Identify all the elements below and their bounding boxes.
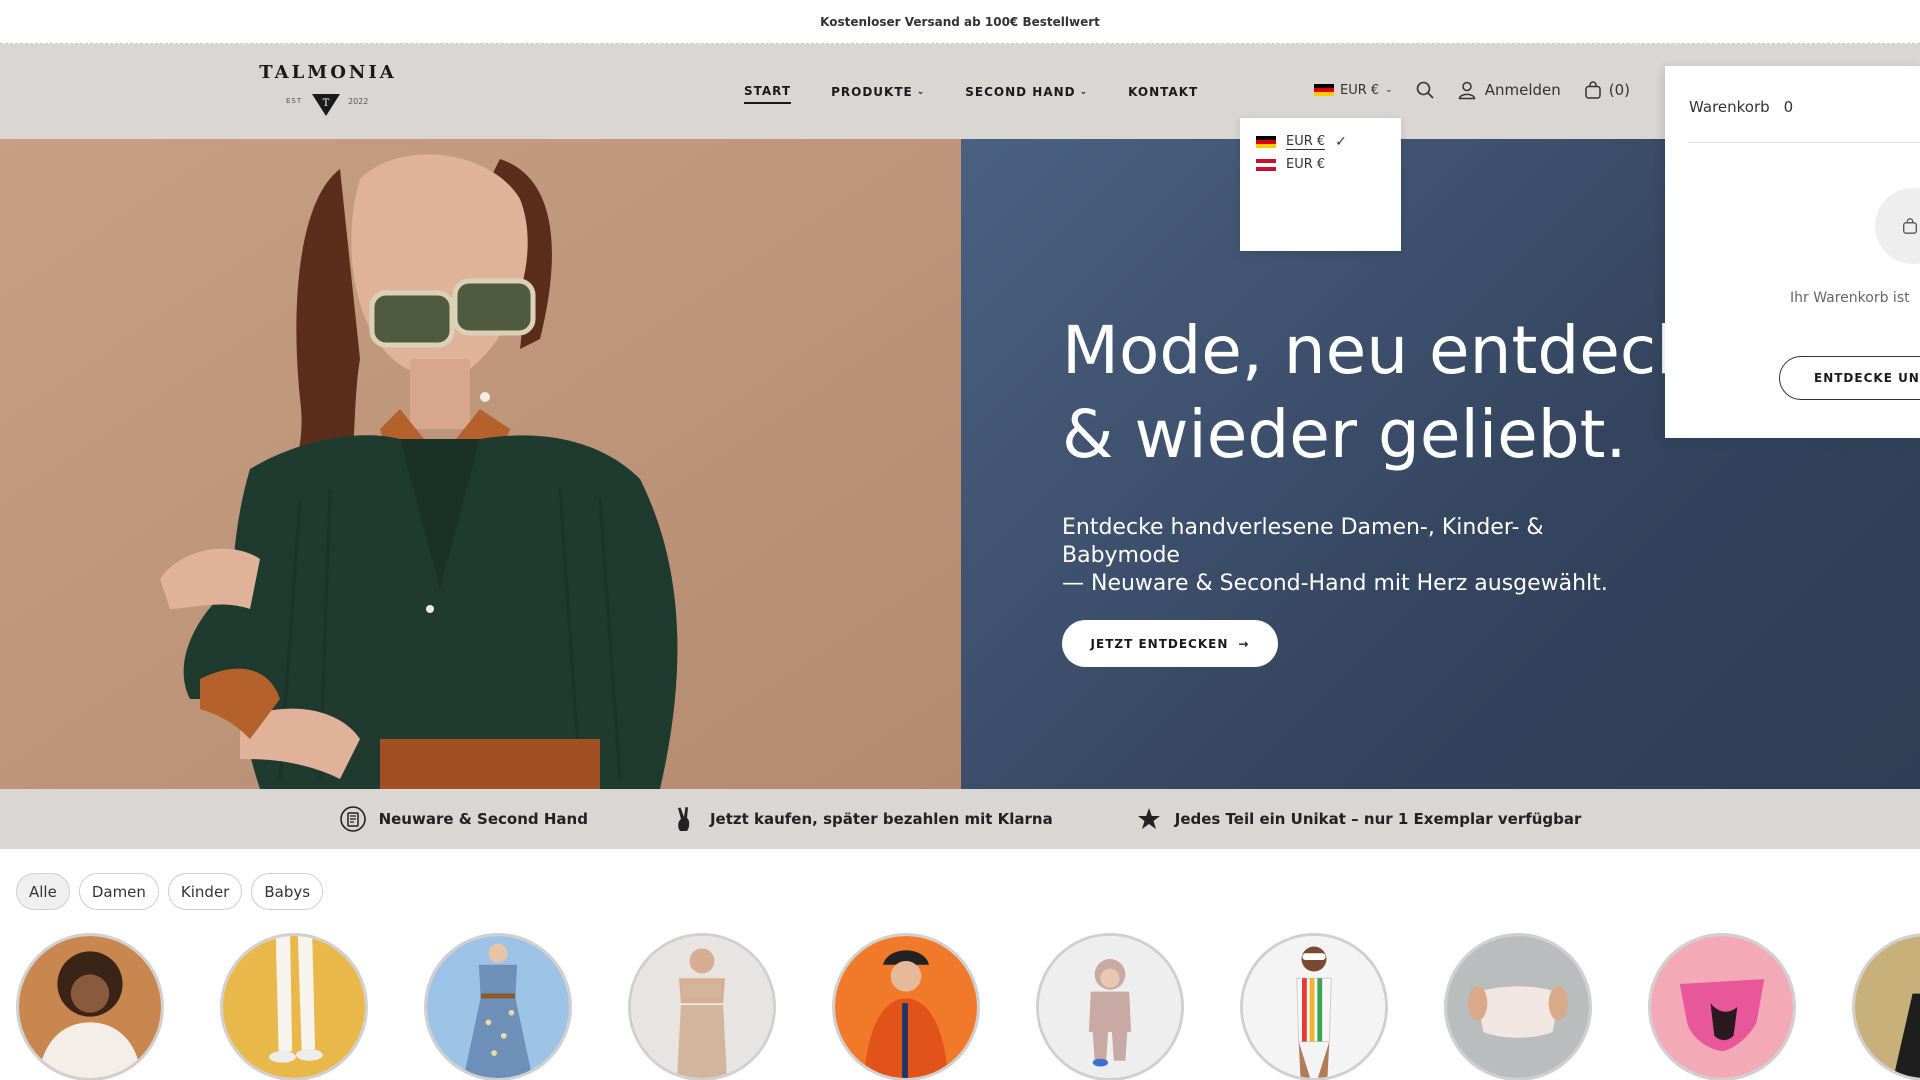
category-carousel (16, 933, 1920, 1080)
filter-pill-alle[interactable]: Alle (16, 873, 70, 910)
chevron-down-icon: ⌄ (1385, 85, 1393, 95)
category-image (19, 936, 161, 1078)
feature-item: Jedes Teil ein Unikat – nur 1 Exemplar v… (1135, 805, 1582, 833)
nav-label: START (744, 84, 792, 98)
star-icon (1137, 808, 1160, 829)
nav-item-kontakt[interactable]: KONTAKT (1128, 84, 1198, 104)
feature-label: Jedes Teil ein Unikat – nur 1 Exemplar v… (1174, 810, 1582, 828)
category-circle[interactable] (424, 933, 572, 1080)
austria-flag-icon (1256, 158, 1276, 171)
currency-option-label: EUR € (1286, 133, 1326, 150)
check-icon: ✓ (1335, 133, 1347, 150)
hero-title-line: & wieder geliebt. (1062, 396, 1627, 473)
second-hand-icon (339, 806, 366, 832)
hero-subtitle: Entdecke handverlesene Damen-, Kinder- &… (1062, 514, 1662, 598)
feature-item: Neuware & Second Hand (339, 805, 588, 833)
logo-wordmark: TALMONIA (259, 62, 397, 83)
login-link[interactable]: Anmelden (1457, 80, 1561, 100)
chevron-down-icon: ⌄ (1079, 87, 1089, 97)
nav-item-produkte[interactable]: PRODUKTE ⌄ (831, 84, 925, 104)
germany-flag-icon (1256, 135, 1276, 148)
category-circle[interactable] (832, 933, 980, 1080)
user-icon (1458, 81, 1476, 100)
category-circle[interactable] (1852, 933, 1920, 1080)
shopping-bag-icon (1585, 81, 1601, 99)
cart-drawer-count: 0 (1783, 98, 1794, 116)
cart-count: (0) (1608, 81, 1631, 99)
currency-label: EUR € (1340, 82, 1380, 98)
nav-label: SECOND HAND (965, 85, 1076, 99)
category-image (223, 936, 365, 1078)
main-nav: START PRODUKTE ⌄ SECOND HAND ⌄ KONTAKT (744, 84, 1198, 104)
peace-hand-icon (677, 807, 690, 831)
category-image (1855, 936, 1920, 1078)
hero-banner: Mode, neu entdeckt & wieder geliebt. Ent… (0, 139, 1920, 789)
category-image (1447, 936, 1589, 1078)
logo-est: EST (286, 97, 303, 105)
cart-drawer: Warenkorb 0 Ihr Warenkorb ist ENTDECKE U… (1665, 66, 1920, 438)
hero-title: Mode, neu entdeckt & wieder geliebt. (1062, 309, 1762, 477)
login-label: Anmelden (1484, 81, 1561, 99)
logo-year: 2022 (348, 97, 369, 106)
logo[interactable]: TALMONIA EST T 2022 (258, 62, 398, 122)
feature-item: Jetzt kaufen, später bezahlen mit Klarna (670, 805, 1053, 833)
hero-model-illustration (0, 139, 961, 789)
category-circle[interactable] (1240, 933, 1388, 1080)
search-icon[interactable] (1415, 80, 1435, 100)
cart-button[interactable]: (0) (1583, 80, 1630, 100)
category-image (1243, 936, 1385, 1078)
category-circle[interactable] (220, 933, 368, 1080)
currency-option-label: EUR € (1286, 157, 1326, 172)
category-circle[interactable] (628, 933, 776, 1080)
hero-subtitle-line: Entdecke handverlesene Damen-, Kinder- &… (1062, 515, 1544, 568)
logo-badge-letter: T (323, 98, 330, 109)
cart-drawer-title: Warenkorb (1689, 98, 1770, 116)
hero-image (0, 139, 961, 789)
category-filters: Alle Damen Kinder Babys (16, 873, 324, 910)
category-circle[interactable] (1648, 933, 1796, 1080)
hero-title-line: Mode, neu entdeckt (1062, 312, 1721, 389)
category-image (1039, 936, 1181, 1078)
currency-option-at[interactable]: EUR € (1256, 153, 1385, 176)
announcement-bar: Kostenloser Versand ab 100€ Bestellwert (0, 0, 1920, 44)
feature-label: Jetzt kaufen, später bezahlen mit Klarna (709, 810, 1053, 828)
category-circle[interactable] (1444, 933, 1592, 1080)
chevron-down-icon: ⌄ (916, 87, 926, 97)
currency-selector[interactable]: EUR € ⌄ (1314, 83, 1393, 98)
features-bar: Neuware & Second Hand Jetzt kaufen, spät… (0, 789, 1920, 849)
category-image (835, 936, 977, 1078)
nav-item-start[interactable]: START (744, 84, 792, 104)
currency-option-de[interactable]: EUR € ✓ (1256, 130, 1385, 153)
filter-pill-kinder[interactable]: Kinder (167, 873, 243, 910)
category-image (427, 936, 569, 1078)
hero-cta-button[interactable]: JETZT ENTDECKEN → (1062, 620, 1278, 667)
category-circle[interactable] (1036, 933, 1184, 1080)
divider (1689, 142, 1920, 143)
shopping-bag-icon (1903, 218, 1917, 234)
explore-button[interactable]: ENTDECKE UNSE (1779, 356, 1920, 400)
cart-empty-text: Ihr Warenkorb ist (1790, 290, 1910, 306)
category-image (1651, 936, 1793, 1078)
arrow-right-icon: → (1238, 636, 1250, 651)
empty-cart-badge (1875, 188, 1920, 264)
germany-flag-icon (1314, 84, 1334, 96)
hero-cta-label: JETZT ENTDECKEN (1090, 636, 1229, 651)
announcement-text: Kostenloser Versand ab 100€ Bestellwert (820, 14, 1100, 29)
currency-dropdown: EUR € ✓ EUR € (1240, 118, 1401, 251)
filter-pill-babys[interactable]: Babys (251, 873, 324, 910)
category-image (631, 936, 773, 1078)
nav-item-second-hand[interactable]: SECOND HAND ⌄ (965, 84, 1088, 104)
filter-pill-damen[interactable]: Damen (78, 873, 159, 910)
header-actions: EUR € ⌄ Anmelden (0) (1314, 80, 1630, 100)
logo-badge-icon: T (312, 94, 340, 116)
nav-label: PRODUKTE (831, 85, 913, 99)
category-circle[interactable] (16, 933, 164, 1080)
explore-button-label: ENTDECKE UNSE (1814, 371, 1920, 385)
site-header: TALMONIA EST T 2022 START PRODUKTE ⌄ SEC… (0, 44, 1920, 139)
feature-label: Neuware & Second Hand (378, 810, 588, 828)
cart-drawer-header: Warenkorb 0 (1689, 98, 1793, 116)
nav-label: KONTAKT (1128, 85, 1199, 99)
hero-subtitle-line: — Neuware & Second-Hand mit Herz ausgewä… (1062, 571, 1608, 596)
